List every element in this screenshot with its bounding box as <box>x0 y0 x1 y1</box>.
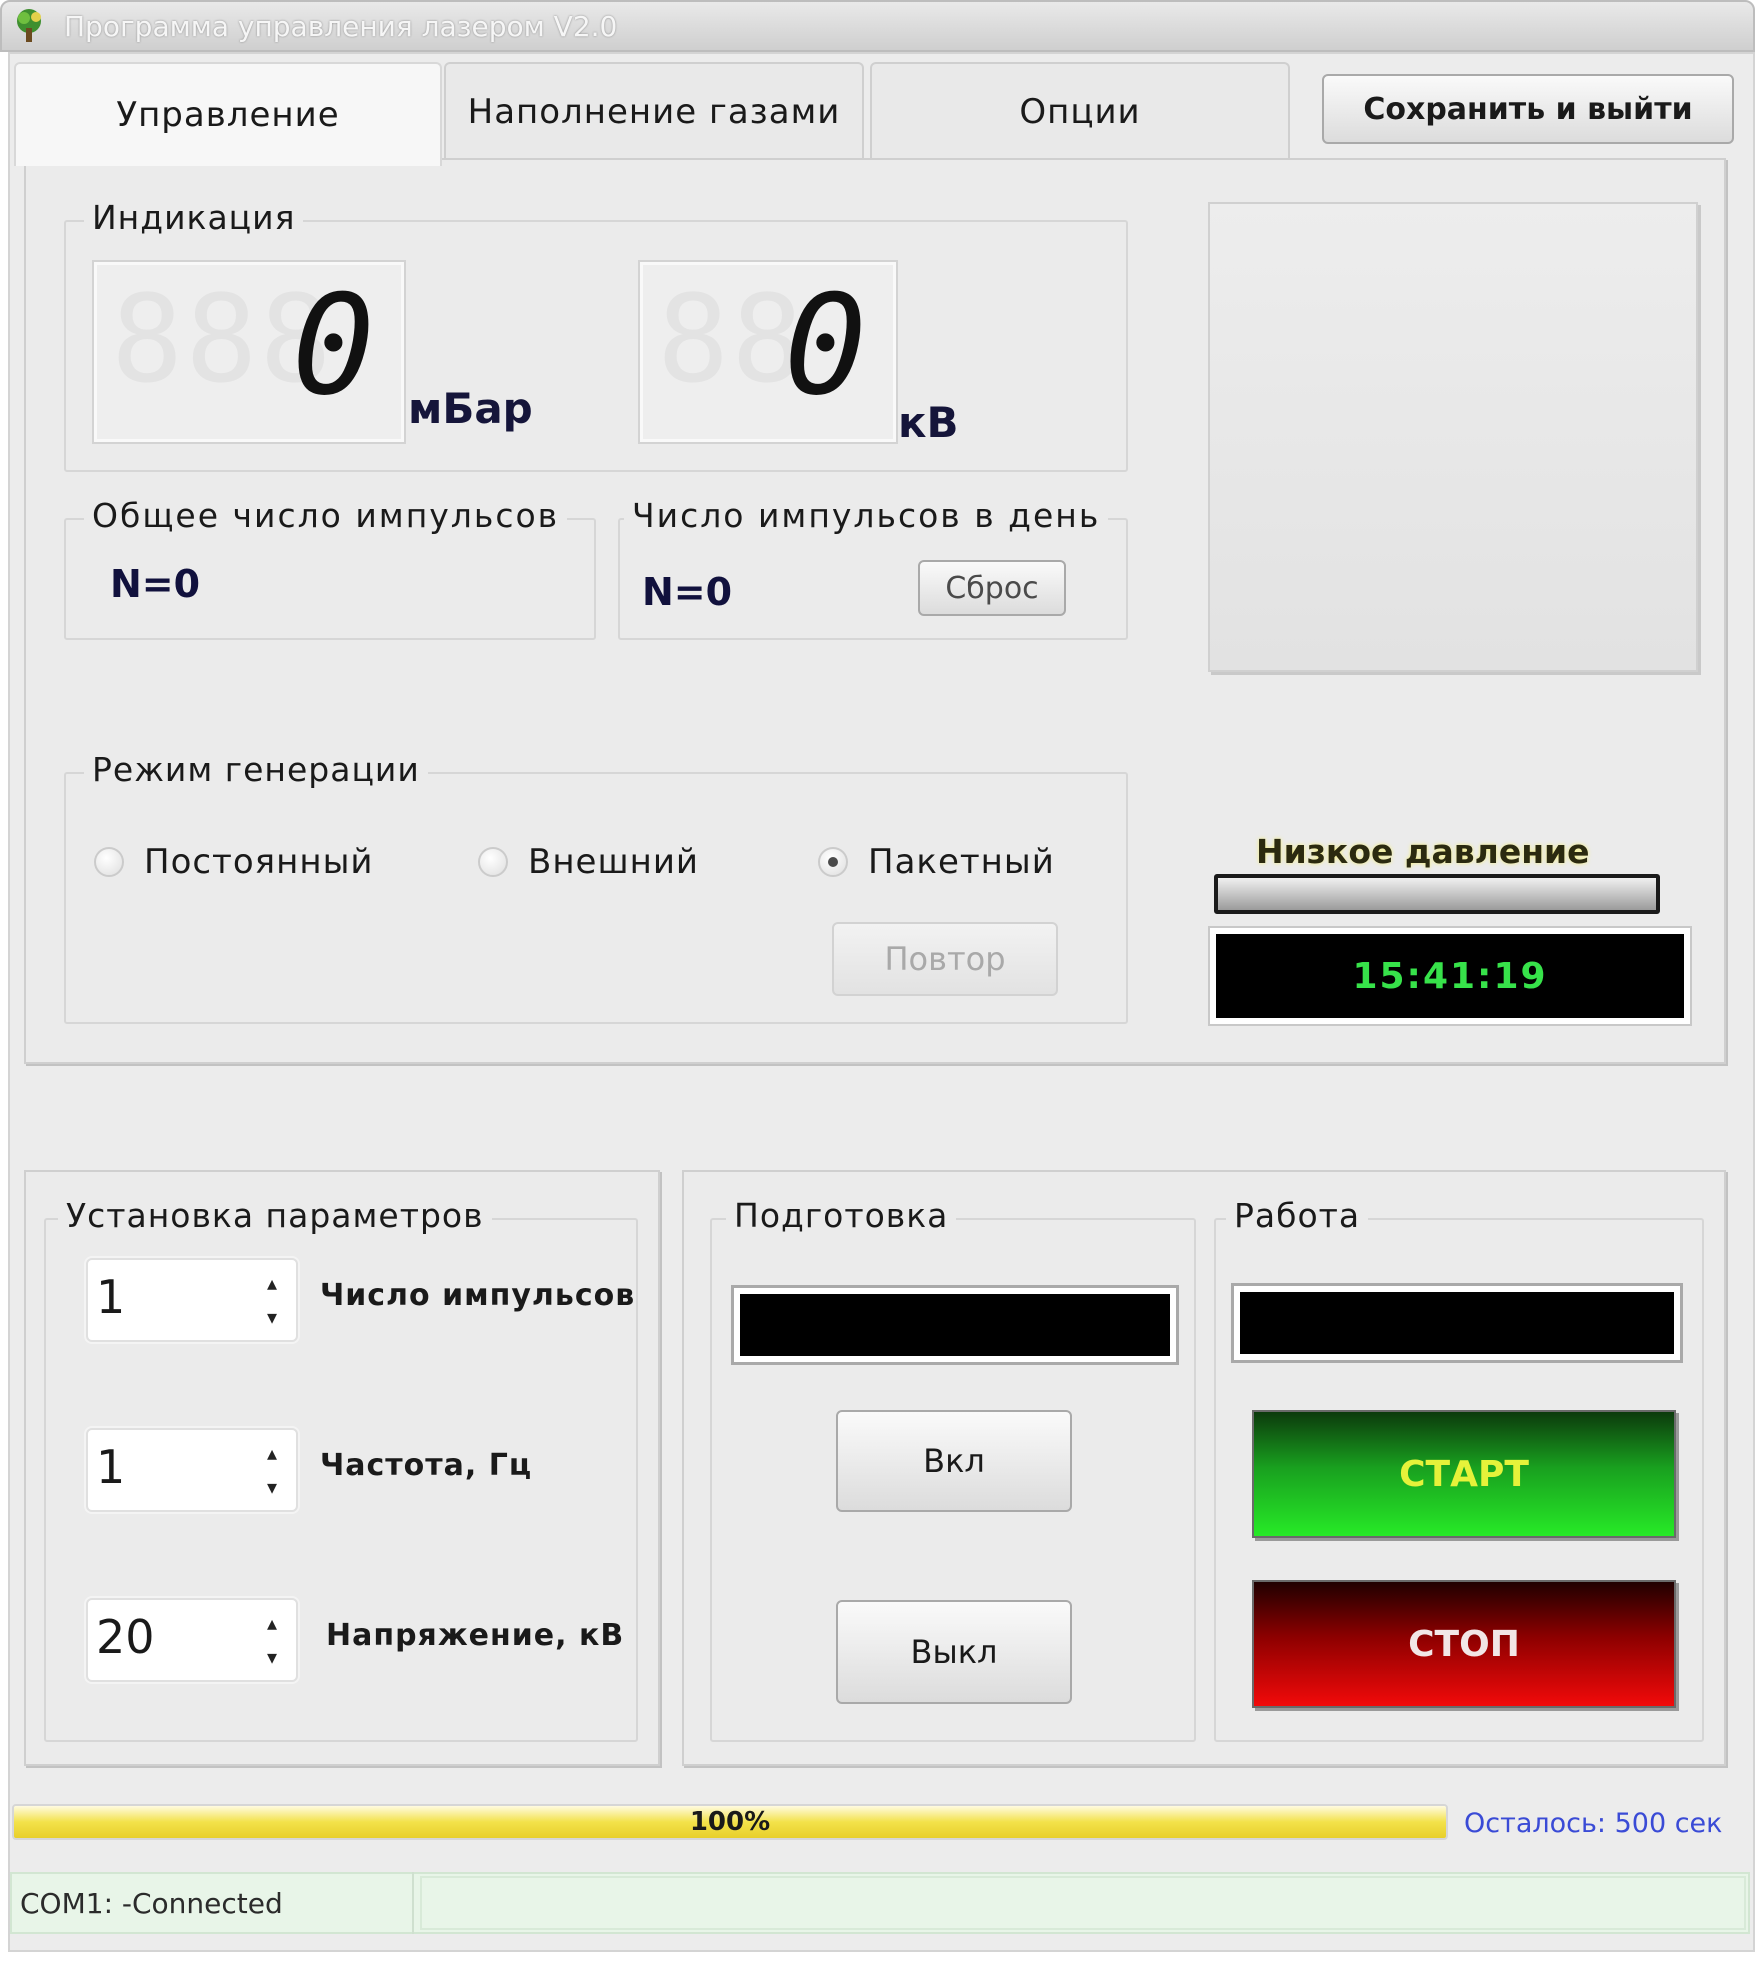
work-indicator <box>1231 1283 1683 1363</box>
voltage-unit: кВ <box>898 398 959 447</box>
spin-up-icon[interactable]: ▴ <box>264 1266 280 1300</box>
tab-gas-filling[interactable]: Наполнение газами <box>444 62 864 160</box>
voltage-stepper[interactable]: 20 ▴ ▾ <box>86 1598 298 1682</box>
voltage-value: 0 <box>783 265 867 426</box>
voltage-setting-label: Напряжение, кВ <box>326 1618 625 1653</box>
low-pressure-indicator <box>1214 874 1660 914</box>
voltage-setting-value: 20 <box>96 1610 155 1664</box>
clock-display: 15:41:19 <box>1208 926 1692 1026</box>
mode-packet-label: Пакетный <box>868 842 1055 882</box>
stop-button[interactable]: СТОП <box>1252 1580 1676 1708</box>
clock-time: 15:41:19 <box>1352 955 1548 997</box>
start-label: СТАРТ <box>1399 1453 1529 1495</box>
low-pressure-label: Низкое давление <box>1256 832 1590 871</box>
radio-circle[interactable] <box>94 847 124 877</box>
app-tree-icon <box>12 8 46 44</box>
pulse-count-stepper[interactable]: 1 ▴ ▾ <box>86 1258 298 1342</box>
window-title: Программа управления лазером V2.0 <box>64 10 618 43</box>
work-legend: Работа <box>1226 1196 1369 1235</box>
preparation-indicator <box>731 1285 1179 1365</box>
repeat-button[interactable]: Повтор <box>832 922 1058 996</box>
frequency-stepper[interactable]: 1 ▴ ▾ <box>86 1428 298 1512</box>
generation-mode-legend: Режим генерации <box>84 750 428 789</box>
pulse-count-value: 1 <box>96 1270 126 1324</box>
off-button[interactable]: Выкл <box>836 1600 1072 1704</box>
spin-up-icon[interactable]: ▴ <box>264 1606 280 1640</box>
reset-button[interactable]: Сброс <box>918 560 1066 616</box>
spin-down-icon[interactable]: ▾ <box>264 1300 280 1334</box>
mode-packet-radio[interactable]: Пакетный <box>818 842 1055 882</box>
frequency-label: Частота, Гц <box>320 1448 533 1483</box>
radio-circle[interactable] <box>478 847 508 877</box>
remaining-time: Осталось: 500 сек <box>1464 1808 1723 1839</box>
tab-control[interactable]: Управление <box>14 62 442 166</box>
mode-constant-radio[interactable]: Постоянный <box>94 842 374 882</box>
total-pulses-value: N=0 <box>110 562 201 606</box>
start-button[interactable]: СТАРТ <box>1252 1410 1676 1538</box>
save-and-exit-button[interactable]: Сохранить и выйти <box>1322 74 1734 144</box>
frequency-value: 1 <box>96 1440 126 1494</box>
preparation-legend: Подготовка <box>726 1196 957 1235</box>
pulse-count-label: Число импульсов <box>320 1278 636 1313</box>
stop-label: СТОП <box>1408 1623 1520 1665</box>
voltage-display: 88 0 <box>638 260 898 444</box>
progress-bar: 100% <box>12 1804 1448 1840</box>
daily-pulses-value: N=0 <box>642 570 733 614</box>
indication-legend: Индикация <box>84 198 304 237</box>
spin-up-icon[interactable]: ▴ <box>264 1436 280 1470</box>
tab-options[interactable]: Опции <box>870 62 1290 160</box>
progress-percent: 100% <box>689 1807 771 1837</box>
image-placeholder <box>1208 202 1698 672</box>
on-button[interactable]: Вкл <box>836 1410 1072 1512</box>
status-bar-panel <box>420 1876 1746 1930</box>
daily-pulses-legend: Число импульсов в день <box>624 496 1109 535</box>
pressure-value: 0 <box>291 265 375 426</box>
mode-external-label: Внешний <box>528 842 700 882</box>
pressure-unit: мБар <box>408 384 533 433</box>
pressure-display: 888 0 <box>92 260 406 444</box>
spin-down-icon[interactable]: ▾ <box>264 1640 280 1674</box>
parameters-legend: Установка параметров <box>58 1196 492 1235</box>
mode-constant-label: Постоянный <box>144 842 374 882</box>
spin-down-icon[interactable]: ▾ <box>264 1470 280 1504</box>
radio-circle-checked[interactable] <box>818 847 848 877</box>
com-port-status: COM1: -Connected <box>14 1872 414 1934</box>
mode-external-radio[interactable]: Внешний <box>478 842 699 882</box>
total-pulses-legend: Общее число импульсов <box>84 496 568 535</box>
